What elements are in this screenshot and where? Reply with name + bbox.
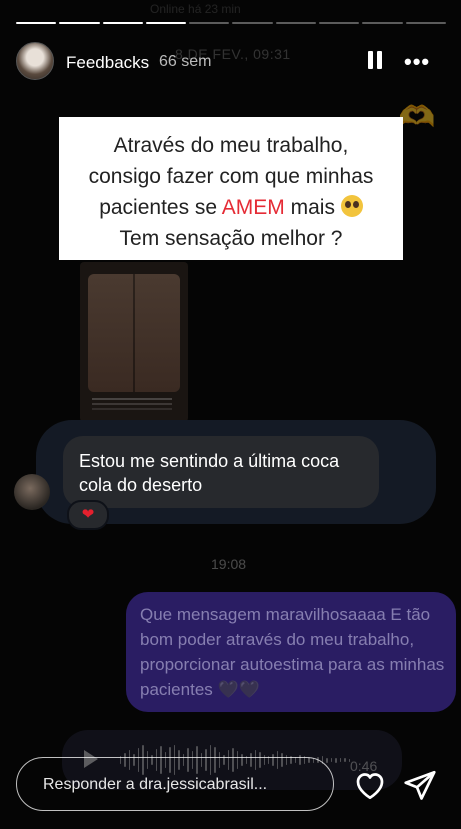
more-icon[interactable]: ••• [404,49,430,75]
story-progress-bar [16,22,446,25]
photo-face [88,274,180,392]
story-header: Feedbacks 66 sem ••• [16,40,446,82]
wave-bar [335,757,337,763]
reply-input[interactable] [41,773,315,797]
outgoing-message-bubble: Que mensagem maravilhosaaaa E tão bom po… [126,592,456,712]
wave-bar [326,757,328,763]
card-line-3: pacientes se AMEM mais [59,192,403,223]
profile-avatar[interactable] [16,42,54,80]
incoming-message-text: Estou me sentindo a última coca cola do … [79,451,340,495]
outgoing-message-text: Que mensagem maravilhosaaaa E tão bom po… [140,605,445,699]
card-line-3-start: pacientes se [99,196,222,219]
pleading-face-emoji-icon [340,195,363,217]
card-line-3-end: mais [284,196,335,219]
card-highlight-word: AMEM [221,196,285,219]
wave-bar [330,758,333,762]
incoming-message-bubble: Estou me sentindo a última coca cola do … [63,436,379,508]
faded-online-status: Online há 23 min [150,2,241,16]
story-viewer: Online há 23 min 8 DE FEV., 09:31 🫶 Esto… [0,0,461,829]
progress-segment [102,22,143,24]
card-line-2: consigo fazer com que minhas [88,165,374,188]
heart-reaction-icon: ❤ [67,500,109,530]
send-icon[interactable] [402,767,438,803]
progress-segment [145,22,187,24]
wave-bar [344,758,346,762]
time-label: 19:08 [211,556,247,572]
progress-segment [16,22,57,24]
progress-segment [189,22,230,24]
progress-segment [362,22,403,24]
progress-segment [59,22,100,24]
heart-icon[interactable] [352,767,388,803]
progress-segment [275,22,317,24]
card-line-1: Através do meu trabalho, [113,134,349,157]
wave-bar [339,758,342,762]
progress-segment [405,22,446,24]
reply-field[interactable] [16,757,334,811]
story-age: 66 sem [159,53,212,70]
story-author[interactable]: Feedbacks [66,53,149,73]
sender-avatar [14,474,50,510]
pause-icon[interactable] [366,51,386,71]
photo-caption-lines [92,398,172,400]
heart-hands-emoji-icon: 🫶 [398,101,436,134]
card-line-4: Tem sensação melhor ? [119,227,343,250]
text-card: Através do meu trabalho, consigo fazer c… [59,117,403,260]
shared-photo [80,262,188,422]
progress-segment [319,22,360,24]
progress-segment [232,22,273,24]
